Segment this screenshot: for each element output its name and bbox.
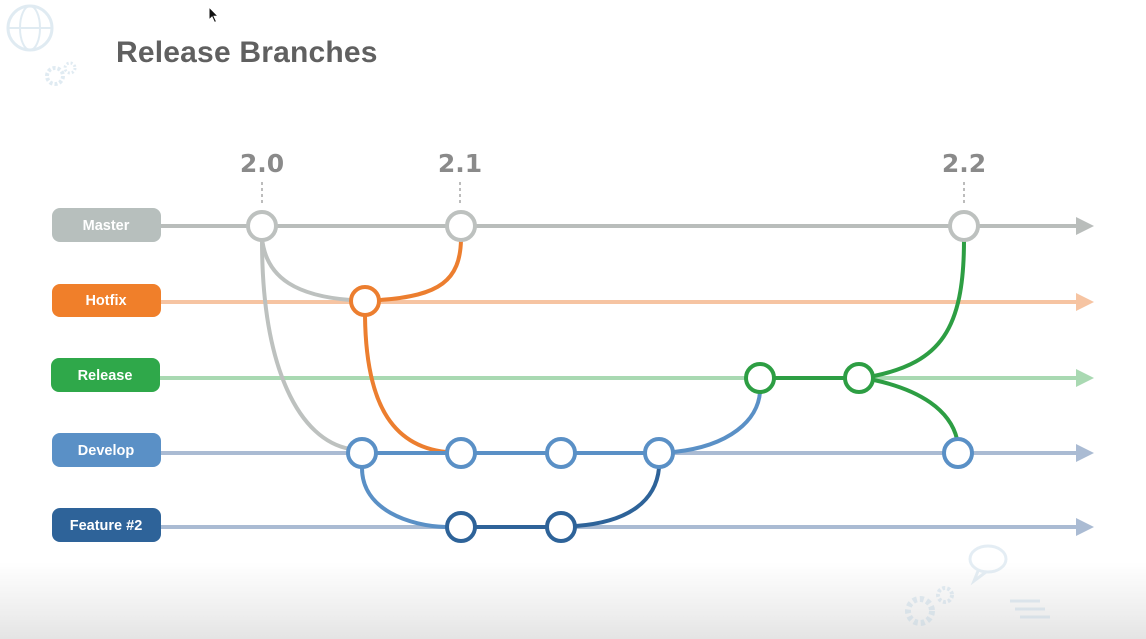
connector-hotfix-to-master [378, 238, 463, 302]
branch-row-release: Release [51, 358, 1094, 392]
branch-diagram: 2.0 2.1 2.2 Master Hotfix Release Develo… [51, 149, 1094, 543]
develop-label: Develop [78, 443, 135, 459]
connector-develop-to-release [672, 390, 762, 454]
commit-node-develop [346, 437, 378, 469]
mouse-pointer-icon [208, 6, 220, 24]
commit-node-master-2-1 [445, 210, 477, 242]
version-label-2-0: 2.0 [240, 149, 284, 178]
connector-release-to-master [872, 238, 966, 378]
slide: Release Branches 2.0 2.1 2.2 Master Hotf… [0, 0, 1146, 639]
master-arrow-icon [1076, 217, 1094, 235]
release-label: Release [78, 368, 133, 384]
connector-feature-to-develop [574, 466, 661, 528]
connector-hotfix-to-develop [363, 314, 448, 454]
develop-arrow-icon [1076, 444, 1094, 462]
connector-release-to-develop [872, 378, 959, 441]
commit-node-release [843, 362, 875, 394]
commit-node-hotfix [349, 285, 381, 317]
commit-node-master-2-0 [246, 210, 278, 242]
branch-row-hotfix: Hotfix [52, 284, 1094, 317]
commit-node-feature-2 [545, 511, 577, 543]
commit-node-develop [445, 437, 477, 469]
release-arrow-icon [1076, 369, 1094, 387]
commit-node-feature-2 [445, 511, 477, 543]
feature-2-label: Feature #2 [70, 518, 143, 534]
version-label-2-1: 2.1 [438, 149, 482, 178]
commit-node-develop [545, 437, 577, 469]
connector-develop-to-feature [360, 466, 448, 529]
hotfix-label: Hotfix [85, 293, 126, 309]
commit-node-develop [643, 437, 675, 469]
version-label-2-2: 2.2 [942, 149, 986, 178]
commit-node-master-2-2 [948, 210, 980, 242]
branch-row-master: Master [52, 208, 1094, 242]
commit-node-release [744, 362, 776, 394]
feature-2-arrow-icon [1076, 518, 1094, 536]
master-label: Master [83, 218, 130, 234]
commit-node-develop [942, 437, 974, 469]
hotfix-arrow-icon [1076, 293, 1094, 311]
connector-master-to-hotfix [260, 236, 352, 302]
